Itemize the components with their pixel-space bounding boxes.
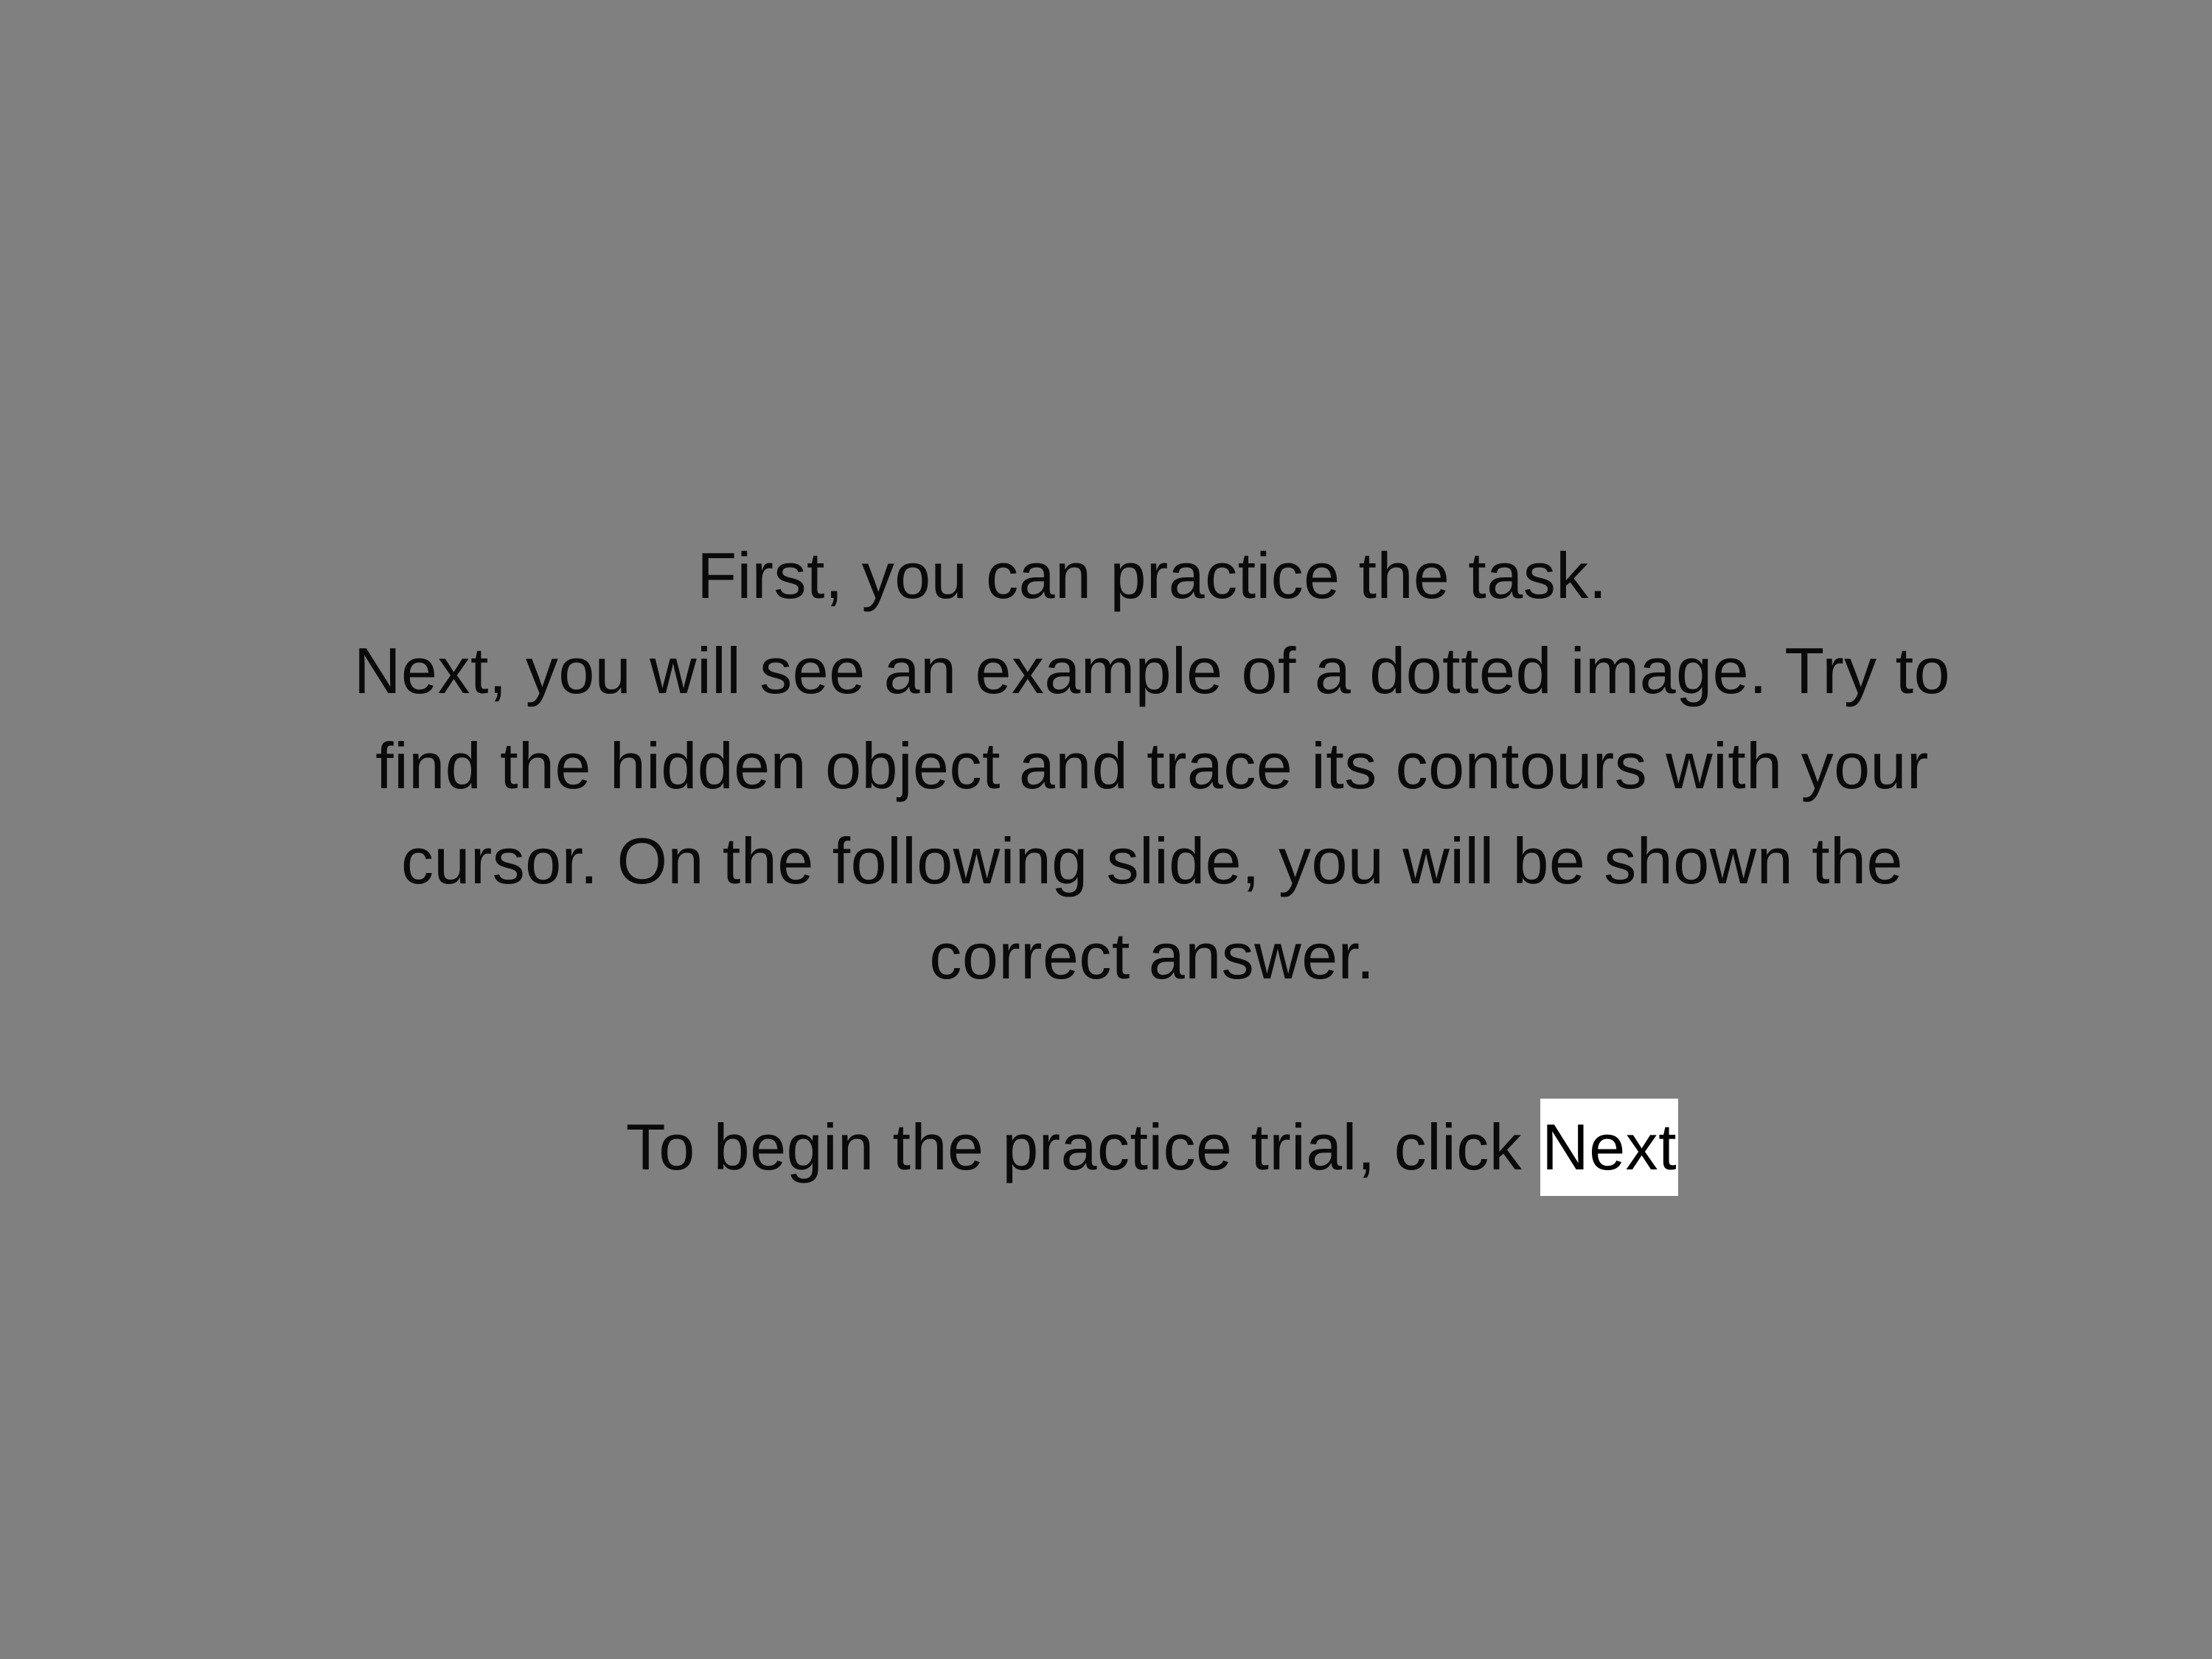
instruction-slide: First, you can practice the task. Next, …	[0, 0, 2212, 1659]
instruction-line-3: find the hidden object and trace its con…	[375, 729, 1929, 802]
begin-prompt-text: To begin the practice trial, click	[625, 1110, 1523, 1183]
instruction-line-intro: First, you can practice the task.	[697, 539, 1607, 612]
instruction-line-4: cursor. On the following slide, you will…	[401, 824, 1903, 897]
next-button[interactable]: Next	[1540, 1099, 1679, 1196]
instruction-line-5: correct answer.	[929, 919, 1375, 992]
instruction-text-block: First, you can practice the task. Next, …	[221, 528, 2083, 1196]
begin-prompt-line: To begin the practice trial, click Next	[221, 1099, 2083, 1196]
instruction-line-2: Next, you will see an example of a dotte…	[353, 634, 1951, 707]
